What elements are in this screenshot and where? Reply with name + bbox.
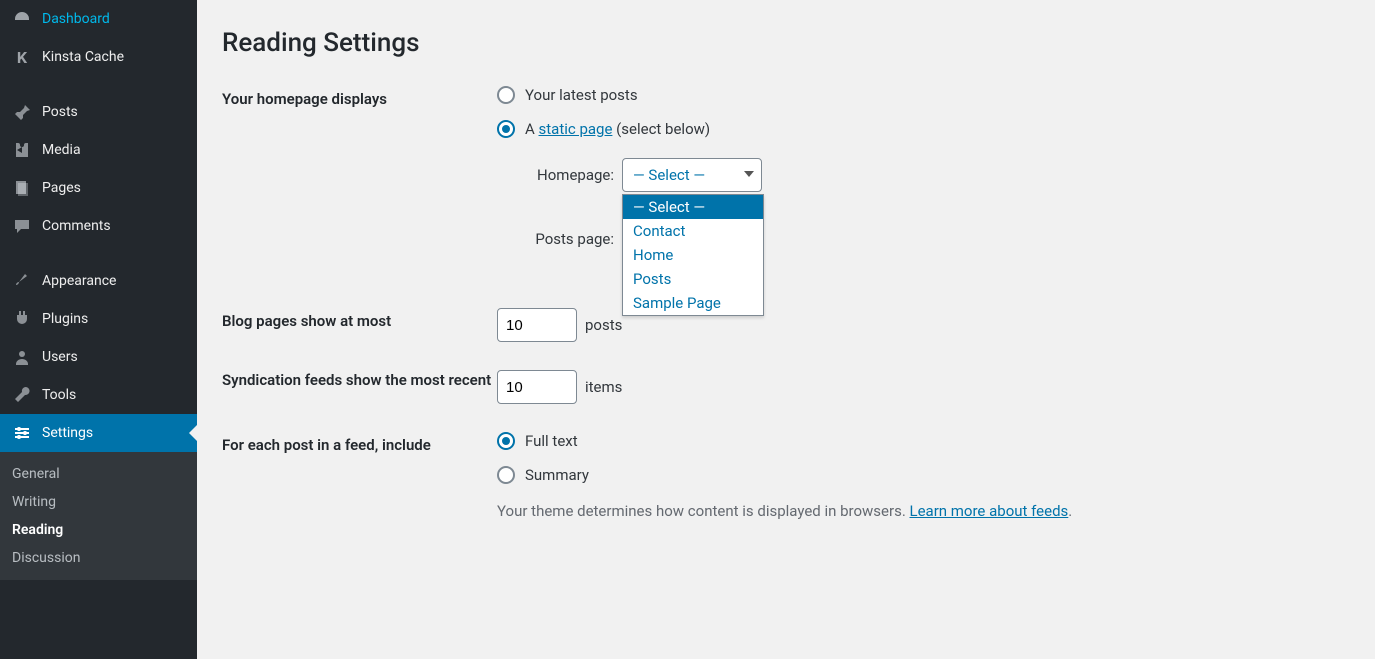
sidebar-item-media[interactable]: Media: [0, 131, 197, 169]
submenu-reading[interactable]: Reading: [0, 516, 197, 544]
sidebar-item-label: Kinsta Cache: [42, 49, 124, 65]
radio-label: Full text: [525, 432, 578, 450]
settings-icon: [12, 423, 32, 443]
sidebar-item-comments[interactable]: Comments: [0, 207, 197, 245]
sidebar-item-label: Users: [42, 349, 78, 365]
sidebar-item-pages[interactable]: Pages: [0, 169, 197, 207]
dropdown-option[interactable]: — Select —: [623, 195, 763, 219]
sidebar-item-kinsta[interactable]: K Kinsta Cache: [0, 38, 197, 76]
sidebar-item-plugins[interactable]: Plugins: [0, 300, 197, 338]
option-latest-posts[interactable]: Your latest posts: [497, 86, 1355, 104]
kinsta-icon: K: [12, 47, 32, 67]
chevron-down-icon: [744, 171, 754, 177]
static-page-link[interactable]: static page: [539, 120, 613, 138]
sidebar-item-appearance[interactable]: Appearance: [0, 262, 197, 300]
feed-description: Your theme determines how content is dis…: [497, 502, 1355, 520]
user-icon: [12, 347, 32, 367]
row-syndication: Syndication feeds show the most recent i…: [222, 370, 1355, 404]
sidebar-item-label: Comments: [42, 218, 111, 234]
learn-more-link[interactable]: Learn more about feeds: [910, 502, 1069, 520]
label-syndication: Syndication feeds show the most recent: [222, 370, 497, 391]
sidebar-item-label: Posts: [42, 104, 78, 120]
sidebar-item-label: Media: [42, 142, 81, 158]
settings-submenu: General Writing Reading Discussion: [0, 452, 197, 580]
radio-label: Your latest posts: [525, 86, 638, 104]
sidebar-item-label: Dashboard: [42, 11, 110, 27]
sidebar-item-label: Appearance: [42, 273, 116, 289]
unit-text: items: [585, 378, 622, 396]
pin-icon: [12, 102, 32, 122]
sidebar-item-label: Pages: [42, 180, 81, 196]
radio-label: A static page (select below): [525, 120, 710, 138]
option-summary[interactable]: Summary: [497, 466, 1355, 484]
page-icon: [12, 178, 32, 198]
unit-text: posts: [585, 316, 622, 334]
radio-full-text[interactable]: [497, 432, 515, 450]
dashboard-icon: [12, 9, 32, 29]
sidebar-item-tools[interactable]: Tools: [0, 376, 197, 414]
sidebar-item-users[interactable]: Users: [0, 338, 197, 376]
option-full-text[interactable]: Full text: [497, 432, 1355, 450]
sidebar-item-label: Plugins: [42, 311, 88, 327]
submenu-writing[interactable]: Writing: [0, 488, 197, 516]
dropdown-option[interactable]: Posts: [623, 267, 763, 291]
sidebar-item-posts[interactable]: Posts: [0, 93, 197, 131]
radio-label: Summary: [525, 466, 589, 484]
sidebar-item-label: Tools: [42, 387, 76, 403]
sidebar-item-dashboard[interactable]: Dashboard: [0, 0, 197, 38]
label-posts-page-select: Posts page:: [519, 230, 614, 248]
content-area: Reading Settings Your homepage displays …: [197, 0, 1375, 659]
radio-latest-posts[interactable]: [497, 86, 515, 104]
label-blog-pages: Blog pages show at most: [222, 308, 497, 330]
homepage-select-row: Homepage: — Select — — Select — Contact …: [519, 158, 1355, 192]
radio-summary[interactable]: [497, 466, 515, 484]
sidebar-item-settings[interactable]: Settings: [0, 414, 197, 452]
brush-icon: [12, 271, 32, 291]
label-homepage-select: Homepage:: [519, 166, 614, 184]
admin-sidebar: Dashboard K Kinsta Cache Posts Media Pag…: [0, 0, 197, 659]
page-title: Reading Settings: [222, 28, 1355, 58]
select-display[interactable]: — Select —: [622, 158, 762, 192]
option-static-page[interactable]: A static page (select below): [497, 120, 1355, 138]
row-homepage-displays: Your homepage displays Your latest posts…: [222, 86, 1355, 286]
wrench-icon: [12, 385, 32, 405]
dropdown-option[interactable]: Contact: [623, 219, 763, 243]
dropdown-option[interactable]: Sample Page: [623, 291, 763, 315]
label-homepage-displays: Your homepage displays: [222, 86, 497, 108]
media-icon: [12, 140, 32, 160]
comment-icon: [12, 216, 32, 236]
label-feed-include: For each post in a feed, include: [222, 432, 497, 454]
sidebar-item-label: Settings: [42, 425, 93, 441]
row-blog-pages: Blog pages show at most posts: [222, 308, 1355, 342]
blog-pages-input[interactable]: [497, 308, 577, 342]
submenu-discussion[interactable]: Discussion: [0, 544, 197, 572]
radio-static-page[interactable]: [497, 120, 515, 138]
dropdown-option[interactable]: Home: [623, 243, 763, 267]
homepage-dropdown: — Select — Contact Home Posts Sample Pag…: [622, 194, 764, 316]
syndication-input[interactable]: [497, 370, 577, 404]
submenu-general[interactable]: General: [0, 460, 197, 488]
plug-icon: [12, 309, 32, 329]
homepage-select[interactable]: — Select — — Select — Contact Home Posts…: [622, 158, 762, 192]
row-feed-include: For each post in a feed, include Full te…: [222, 432, 1355, 520]
